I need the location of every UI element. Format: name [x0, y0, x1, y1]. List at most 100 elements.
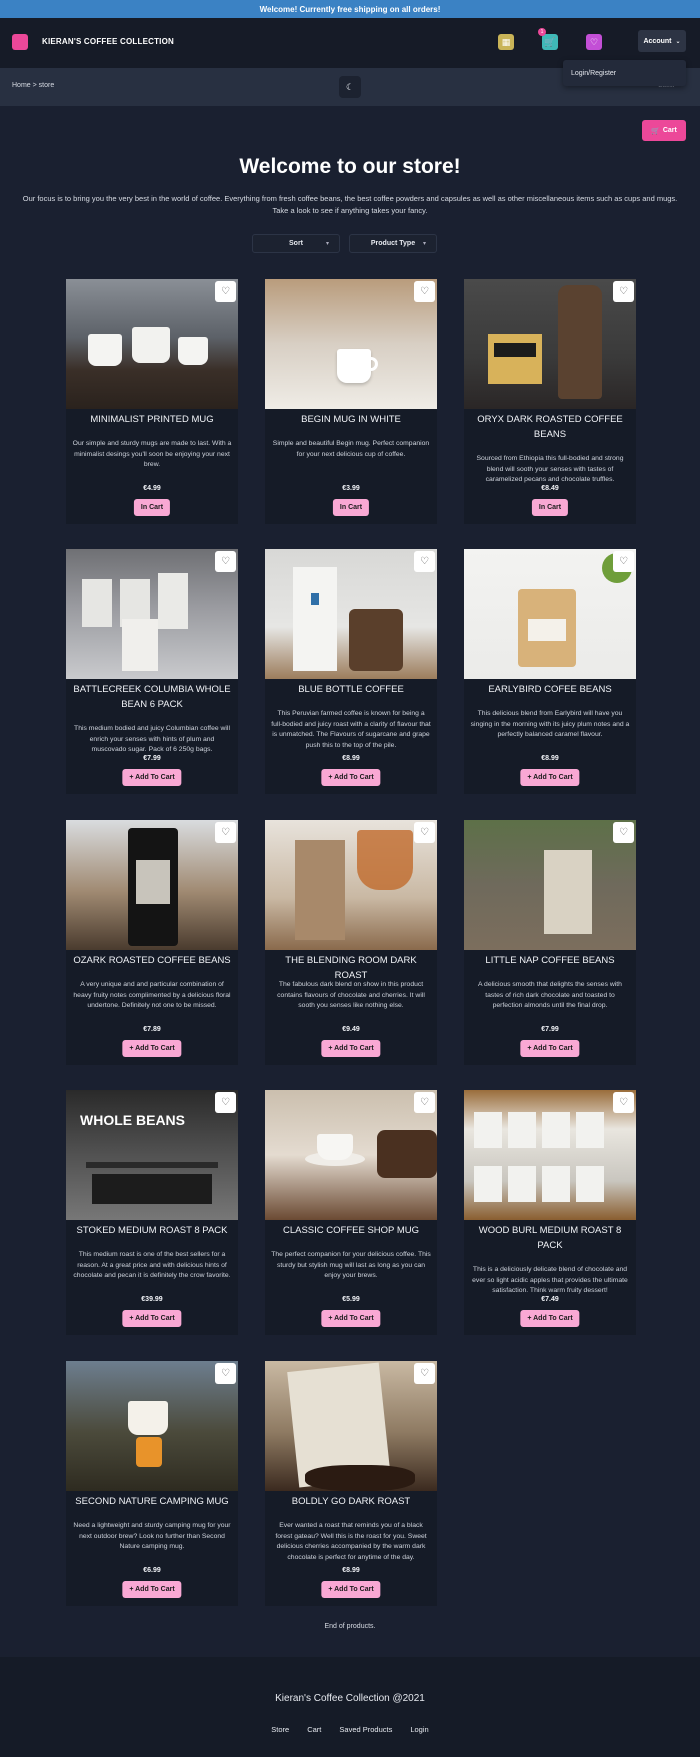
- footer-link-store[interactable]: Store: [271, 1725, 289, 1734]
- heart-icon[interactable]: ♡: [215, 822, 236, 843]
- product-image[interactable]: [464, 279, 636, 409]
- product-image[interactable]: WHOLE BEANS: [66, 1090, 238, 1220]
- product-name[interactable]: Stoked Medium Roast 8 Pack: [72, 1223, 232, 1238]
- product-image[interactable]: [265, 1361, 437, 1491]
- product-name[interactable]: Blue Bottle Coffee: [271, 682, 431, 697]
- store-icon[interactable]: ▦: [498, 34, 514, 50]
- heart-icon[interactable]: ♡: [215, 1092, 236, 1113]
- product-card[interactable]: ♡ Second Nature Camping Mug Need a lightwe…: [66, 1361, 238, 1606]
- footer-link-cart[interactable]: Cart: [307, 1725, 321, 1734]
- heart-icon[interactable]: ♡: [613, 822, 634, 843]
- heart-icon[interactable]: ♡: [414, 822, 435, 843]
- brand-logo[interactable]: [12, 34, 28, 50]
- product-name[interactable]: Begin Mug in White: [271, 412, 431, 427]
- product-card[interactable]: ♡ Classic Coffee Shop Mug The perfect comp…: [265, 1090, 437, 1335]
- add-to-cart-button[interactable]: In Cart: [332, 499, 370, 516]
- product-image[interactable]: [464, 820, 636, 950]
- product-price: €8.99: [342, 755, 360, 762]
- product-image[interactable]: [66, 820, 238, 950]
- product-name[interactable]: Classic Coffee Shop Mug: [271, 1223, 431, 1238]
- moon-icon: ☾: [345, 81, 355, 92]
- product-name[interactable]: Minimalist Printed Mug: [72, 412, 232, 427]
- product-image[interactable]: [265, 549, 437, 679]
- product-price: €4.99: [143, 485, 161, 492]
- dark-mode-toggle[interactable]: ☾: [339, 76, 361, 98]
- login-register-menu-item[interactable]: Login/Register: [563, 60, 686, 86]
- cart-button[interactable]: 🛒 Cart: [642, 120, 686, 141]
- product-price: €8.99: [541, 755, 559, 762]
- cart-icon[interactable]: 🛒: [542, 34, 558, 50]
- heart-icon[interactable]: ♡: [414, 551, 435, 572]
- heart-icon[interactable]: ♡: [613, 1092, 634, 1113]
- product-card[interactable]: WHOLE BEANS ♡ Stoked Medium Roast 8 Pack Th…: [66, 1090, 238, 1335]
- product-price: €9.49: [342, 1026, 360, 1033]
- product-type-label: Product Type: [370, 240, 416, 247]
- product-card[interactable]: ♡ Oryx Dark Roasted Coffee Beans Sourced f…: [464, 279, 636, 524]
- product-name[interactable]: Ozark Roasted Coffee Beans: [72, 953, 232, 968]
- add-to-cart-button[interactable]: In Cart: [133, 499, 171, 516]
- product-description: The fabulous dark blend on show in this …: [277, 981, 425, 1009]
- sort-label: Sort: [289, 240, 303, 247]
- product-name[interactable]: Oryx Dark Roasted Coffee Beans: [470, 412, 630, 442]
- product-name[interactable]: Battlecreek Columbia Whole Bean 6 Pack: [72, 682, 232, 712]
- heart-icon[interactable]: ♡: [613, 281, 634, 302]
- add-to-cart-button[interactable]: + Add To Cart: [321, 1040, 381, 1057]
- product-image[interactable]: [265, 820, 437, 950]
- product-price: €7.99: [541, 1026, 559, 1033]
- add-to-cart-button[interactable]: + Add To Cart: [321, 1310, 381, 1327]
- heart-icon[interactable]: ♡: [613, 551, 634, 572]
- add-to-cart-button[interactable]: + Add To Cart: [321, 1581, 381, 1598]
- add-to-cart-button[interactable]: + Add To Cart: [122, 1310, 182, 1327]
- product-card[interactable]: ♡ Little Nap Coffee Beans A delicious smoo…: [464, 820, 636, 1065]
- product-image[interactable]: [265, 279, 437, 409]
- product-description: Simple and beautiful Begin mug. Perfect …: [272, 440, 430, 458]
- add-to-cart-button[interactable]: + Add To Cart: [122, 1581, 182, 1598]
- product-name[interactable]: Earlybird Cofee Beans: [470, 682, 630, 697]
- heart-icon[interactable]: ♡: [414, 281, 435, 302]
- add-to-cart-button[interactable]: + Add To Cart: [321, 769, 381, 786]
- product-image[interactable]: [66, 549, 238, 679]
- add-to-cart-button[interactable]: In Cart: [531, 499, 569, 516]
- brand-name[interactable]: KIERAN'S COFFEE COLLECTION: [42, 37, 174, 46]
- product-card[interactable]: ♡ Minimalist Printed Mug Our simple and st…: [66, 279, 238, 524]
- heart-icon[interactable]: ♡: [414, 1092, 435, 1113]
- add-to-cart-button[interactable]: + Add To Cart: [520, 1310, 580, 1327]
- product-card[interactable]: ♡ Battlecreek Columbia Whole Bean 6 Pack T…: [66, 549, 238, 794]
- promo-banner: Welcome! Currently free shipping on all …: [0, 0, 700, 18]
- product-image[interactable]: [265, 1090, 437, 1220]
- product-image[interactable]: [464, 549, 636, 679]
- product-image[interactable]: [464, 1090, 636, 1220]
- heart-icon[interactable]: ♡: [215, 281, 236, 302]
- product-card[interactable]: ♡ Boldly Go Dark Roast Ever wanted a roast…: [265, 1361, 437, 1606]
- product-card[interactable]: ♡ Wood Burl Medium Roast 8 Pack This is a …: [464, 1090, 636, 1335]
- add-to-cart-button[interactable]: + Add To Cart: [122, 769, 182, 786]
- account-button[interactable]: Account ⌄: [638, 30, 686, 52]
- product-type-dropdown[interactable]: Product Type ▾: [349, 234, 437, 253]
- sort-dropdown[interactable]: Sort ▾: [252, 234, 340, 253]
- add-to-cart-button[interactable]: + Add To Cart: [520, 769, 580, 786]
- heart-icon[interactable]: ♡: [215, 1363, 236, 1384]
- product-card[interactable]: ♡ Blue Bottle Coffee This Peruvian farmed …: [265, 549, 437, 794]
- product-description: A delicious smooth that delights the sen…: [478, 981, 622, 1009]
- product-image[interactable]: [66, 279, 238, 409]
- product-name[interactable]: Second Nature Camping Mug: [72, 1494, 232, 1509]
- product-card[interactable]: ♡ The Blending Room Dark Roast The fabulou…: [265, 820, 437, 1065]
- product-name[interactable]: Wood Burl Medium Roast 8 Pack: [470, 1223, 630, 1253]
- product-image[interactable]: [66, 1361, 238, 1491]
- product-name[interactable]: Little Nap Coffee Beans: [470, 953, 630, 968]
- product-name[interactable]: Boldly Go Dark Roast: [271, 1494, 431, 1509]
- product-card[interactable]: ♡ Begin Mug in White Simple and beautiful …: [265, 279, 437, 524]
- product-description: This is a deliciously delicate blend of …: [472, 1266, 628, 1294]
- product-name[interactable]: The Blending Room Dark Roast: [271, 953, 431, 983]
- add-to-cart-button[interactable]: + Add To Cart: [122, 1040, 182, 1057]
- heart-icon[interactable]: ♡: [215, 551, 236, 572]
- heart-icon[interactable]: ♡: [414, 1363, 435, 1384]
- add-to-cart-button[interactable]: + Add To Cart: [520, 1040, 580, 1057]
- breadcrumb[interactable]: Home > store: [12, 82, 54, 89]
- product-card[interactable]: ♡ Earlybird Cofee Beans This delicious ble…: [464, 549, 636, 794]
- product-card[interactable]: ♡ Ozark Roasted Coffee Beans A very unique…: [66, 820, 238, 1065]
- footer-link-saved[interactable]: Saved Products: [339, 1725, 392, 1734]
- heart-icon[interactable]: ♡: [586, 34, 602, 50]
- footer-link-login[interactable]: Login: [410, 1725, 428, 1734]
- product-description: This delicious blend from Earlybird will…: [470, 710, 630, 738]
